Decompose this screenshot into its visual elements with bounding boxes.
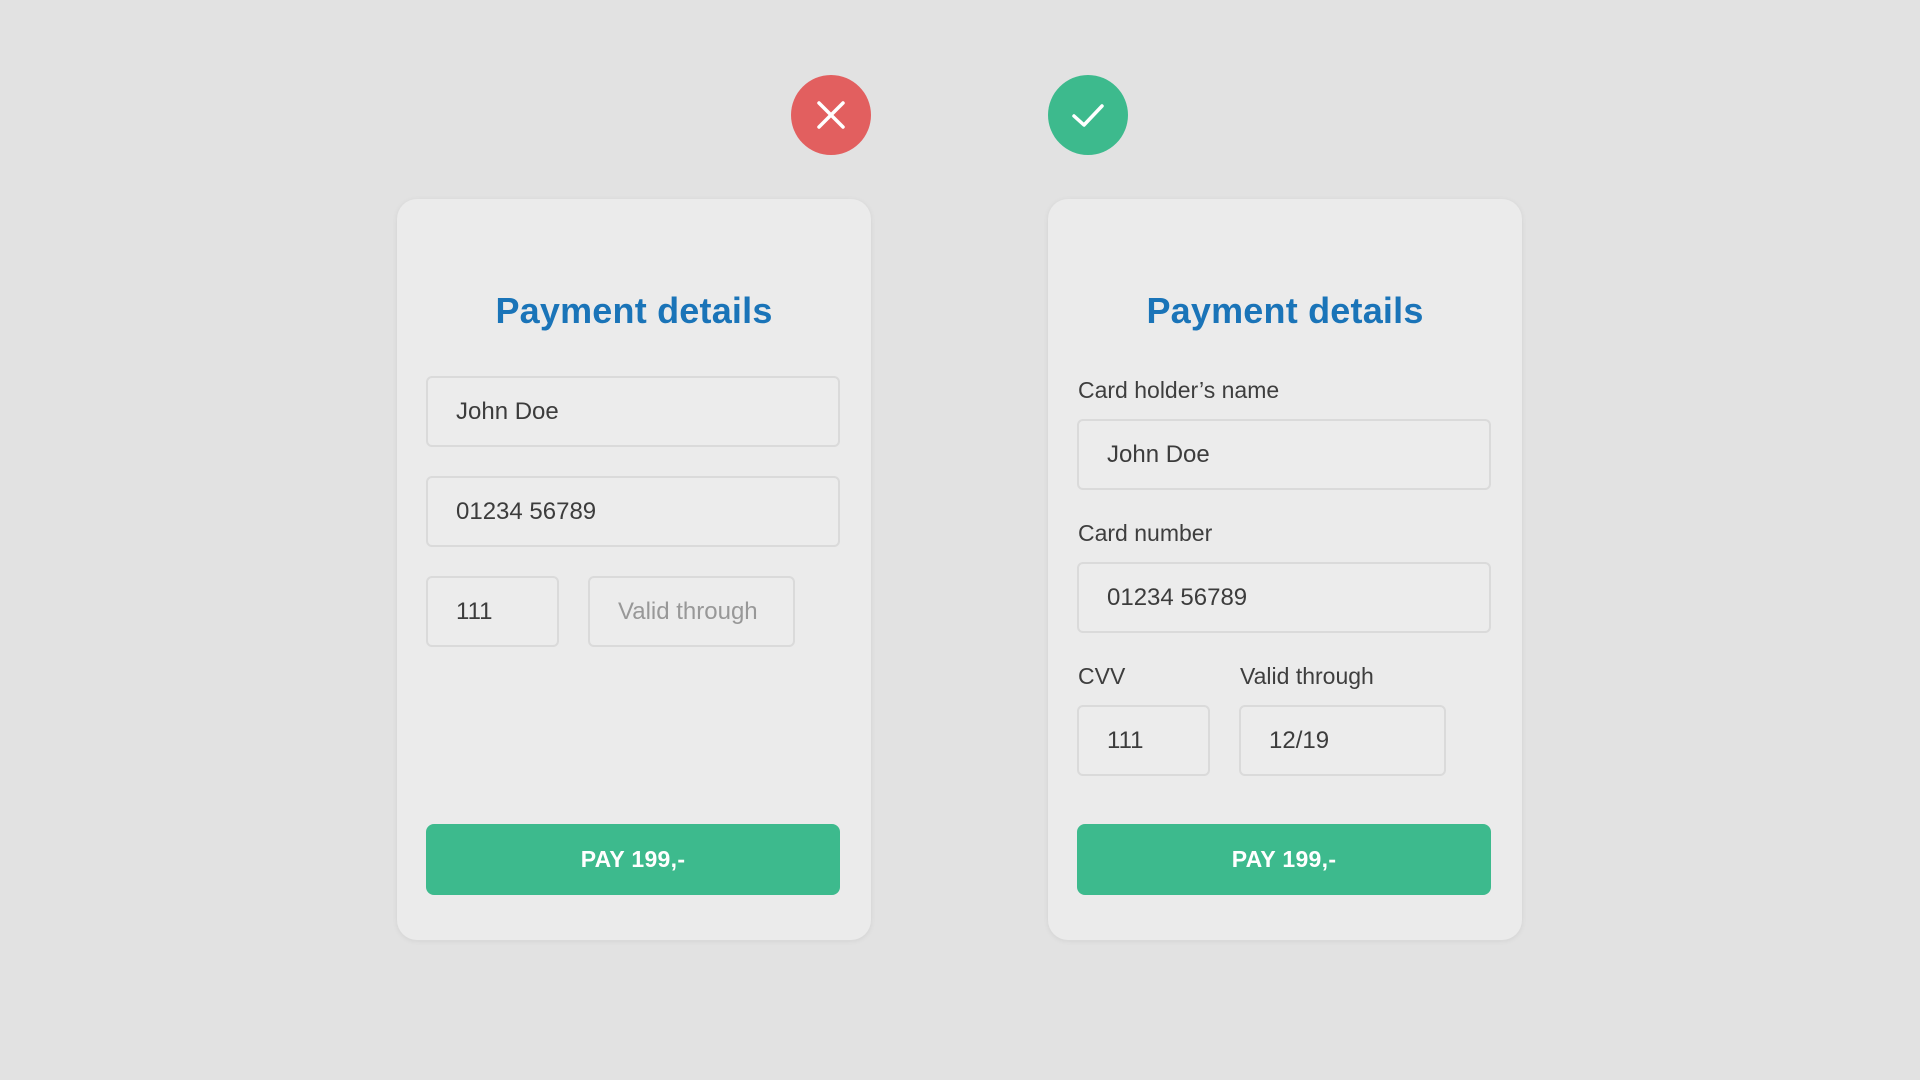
card-number-label: Card number	[1078, 520, 1213, 546]
card-holder-name-label: Card holder’s name	[1078, 377, 1280, 403]
cvv-field[interactable]: 111	[426, 576, 559, 647]
card-holder-name-field[interactable]: John Doe	[426, 376, 840, 447]
field-value: John Doe	[1107, 440, 1210, 468]
valid-through-field[interactable]: Valid through	[588, 576, 795, 647]
card-title: Payment details	[495, 290, 773, 331]
card-holder-name-field[interactable]: John Doe	[1077, 419, 1491, 490]
field-value: 01234 56789	[1107, 583, 1248, 611]
field-placeholder: Valid through	[618, 597, 758, 625]
card-number-field[interactable]: 01234 56789	[1077, 562, 1491, 633]
comparison-stage: Payment details John Doe 01234 56789 111…	[0, 0, 1920, 1080]
field-value: John Doe	[456, 397, 559, 425]
field-value: 12/19	[1269, 726, 1330, 754]
close-icon	[817, 101, 845, 129]
payment-card-good-example: Payment details Card holder’s name John …	[1048, 199, 1522, 940]
field-value: 01234 56789	[456, 497, 597, 525]
cvv-field[interactable]: 111	[1077, 705, 1210, 776]
correct-badge	[1048, 75, 1128, 155]
check-icon	[1072, 104, 1104, 127]
pay-button[interactable]: PAY 199,-	[1077, 824, 1491, 895]
card-title: Payment details	[1146, 290, 1424, 331]
pay-button-label: PAY 199,-	[1231, 846, 1337, 872]
card-number-field[interactable]: 01234 56789	[426, 476, 840, 547]
cvv-label: CVV	[1078, 663, 1126, 689]
incorrect-badge	[791, 75, 871, 155]
field-value: 111	[1107, 726, 1144, 754]
pay-button[interactable]: PAY 199,-	[426, 824, 840, 895]
payment-card-bad-example: Payment details John Doe 01234 56789 111…	[397, 199, 871, 940]
pay-button-label: PAY 199,-	[580, 846, 686, 872]
valid-through-label: Valid through	[1240, 663, 1374, 689]
valid-through-field[interactable]: 12/19	[1239, 705, 1446, 776]
field-value: 111	[456, 597, 493, 625]
